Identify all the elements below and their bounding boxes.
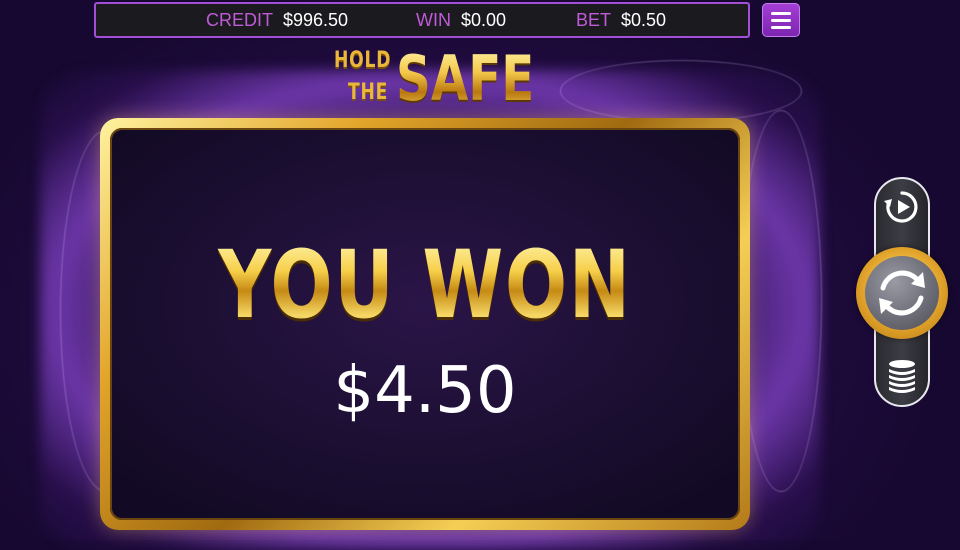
credit-value: $996.50 [283,9,349,30]
coin-stack-icon [889,360,915,393]
balance-bar: CREDIT $996.50 WIN $0.00 BET $0.50 [94,2,750,38]
spin-button[interactable] [856,247,948,339]
bet-value: $0.50 [621,9,667,30]
hamburger-menu-icon [771,18,791,22]
bet-button[interactable] [882,356,922,400]
spin-button-face [865,256,939,330]
bet-label: BET [576,9,612,30]
logo-word-the: THE [348,80,389,105]
autoplay-button[interactable] [880,185,924,229]
background-lightning-streak [740,110,822,492]
background-lightning-streak [560,60,802,122]
win-value: $0.00 [461,9,507,30]
win-title: YOU WON [179,236,670,336]
win-panel-body: YOU WON $4.50 [110,128,740,520]
logo-word-hold: HOLD [334,48,392,73]
autoplay-icon [884,191,918,223]
win-amount: $4.50 [333,354,517,428]
game-logo: HOLD THE SAFE [332,42,535,116]
win-display: WIN $0.00 [416,4,506,36]
hamburger-menu-icon [771,11,791,15]
spin-icon [879,270,925,316]
credit-display: CREDIT $996.50 [206,4,348,36]
win-panel: YOU WON $4.50 [100,118,750,530]
bet-display: BET $0.50 [576,4,666,36]
menu-button[interactable] [762,3,800,37]
win-label: WIN [416,9,451,30]
hamburger-menu-icon [771,25,791,29]
credit-label: CREDIT [206,9,273,30]
logo-word-safe: SAFE [396,42,535,115]
